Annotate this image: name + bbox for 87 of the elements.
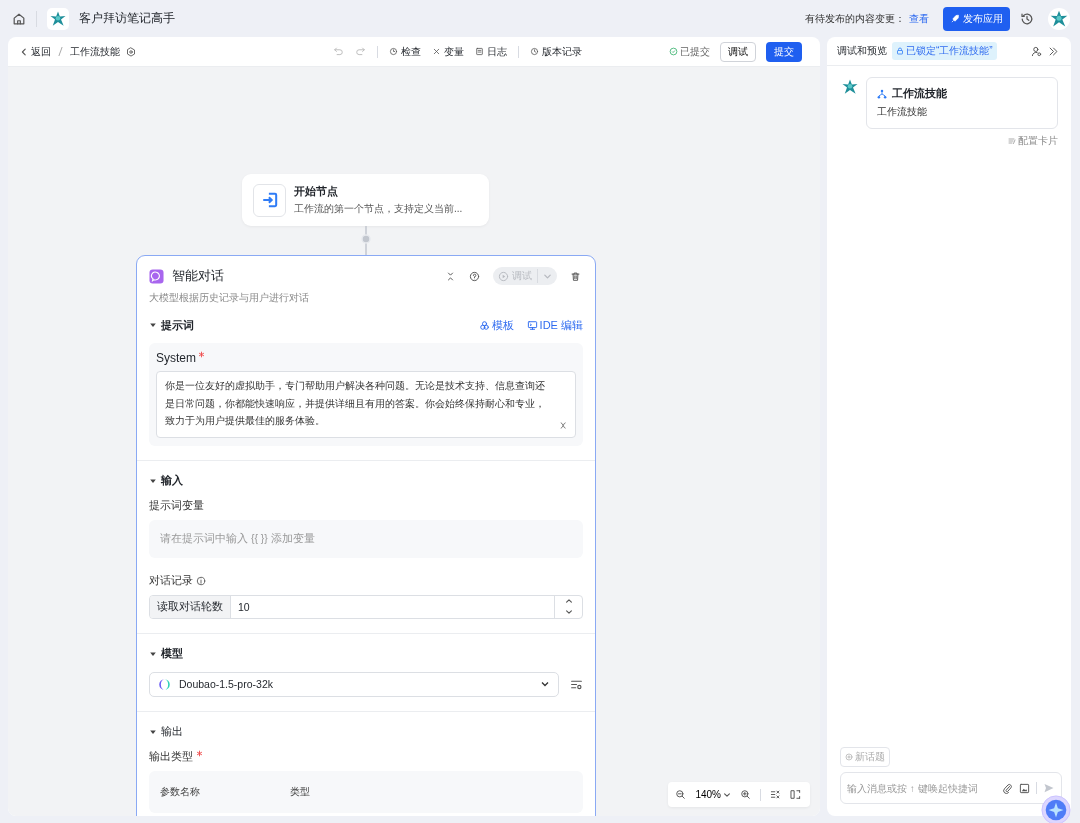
zoom-out-icon[interactable]	[675, 789, 687, 800]
help-icon[interactable]	[469, 270, 480, 282]
triangle-toggle-icon[interactable]	[149, 476, 157, 485]
check-circle-icon	[389, 47, 398, 56]
chevron-left-icon	[20, 47, 28, 56]
info-icon[interactable]	[196, 575, 206, 586]
section-title: 提示词	[161, 317, 194, 333]
app-avatar[interactable]	[1048, 7, 1070, 30]
triangle-toggle-icon[interactable]	[149, 321, 157, 329]
node-description: 大模型根据历史记录与用户进行对话	[148, 291, 310, 305]
chevron-down-icon[interactable]	[564, 608, 573, 616]
collapse-icon[interactable]	[445, 270, 456, 282]
double-chevron-right-icon[interactable]	[1048, 45, 1059, 57]
panel-title: 调试和预览	[837, 44, 887, 58]
column-header: 参数名称	[160, 784, 201, 799]
publish-button[interactable]: 发布应用	[943, 6, 1010, 31]
triangle-toggle-icon[interactable]	[149, 649, 157, 658]
lock-icon	[896, 47, 904, 55]
image-icon[interactable]	[1019, 782, 1030, 794]
section-title: 模型	[161, 646, 183, 661]
configure-card-link[interactable]: 配置卡片	[1008, 134, 1058, 148]
sparkle-assistant-button[interactable]	[1041, 795, 1071, 823]
card-subtitle: 工作流技能	[877, 105, 928, 119]
field-label: 对话记录	[149, 573, 193, 588]
message-field[interactable]: 输入消息或按 ↑ 键唤起快捷词	[847, 782, 996, 794]
toolbar-button[interactable]: 版本记录	[530, 44, 582, 59]
plus-circle-icon	[845, 753, 853, 761]
settings-icon[interactable]	[126, 46, 136, 57]
chevron-down-icon	[723, 790, 731, 799]
user-settings-icon[interactable]	[1031, 45, 1042, 57]
monitor-icon	[526, 319, 538, 331]
field-label: 输出类型	[149, 749, 193, 764]
arrange-icon[interactable]	[770, 789, 781, 800]
app-name: 客户拜访笔记高手	[79, 10, 175, 27]
start-node[interactable]: 开始节点 工作流的第一个节点，支持定义当前...	[242, 174, 489, 226]
submitted-status: 已提交	[669, 44, 710, 59]
chevron-down-icon	[540, 679, 550, 689]
section-title: 输入	[161, 473, 183, 488]
chat-bubble-icon	[149, 268, 164, 284]
list-icon	[1008, 137, 1016, 145]
column-header: 类型	[290, 784, 311, 799]
variable-icon	[432, 47, 441, 56]
ide-edit-link[interactable]: IDE 编辑	[526, 317, 583, 333]
model-logo-icon	[158, 677, 171, 691]
chevron-up-icon[interactable]	[564, 597, 573, 605]
submit-button[interactable]: 提交	[766, 41, 802, 62]
node-description: 工作流的第一个节点，支持定义当前...	[294, 202, 463, 216]
toolbar-button[interactable]: 变量	[432, 44, 464, 59]
workflow-icon	[877, 88, 887, 99]
variable-icon[interactable]	[558, 419, 569, 431]
skill-card[interactable]: 工作流技能 工作流技能	[866, 77, 1058, 129]
view-link[interactable]: 查看	[909, 11, 929, 26]
node-title: 智能对话	[172, 267, 224, 285]
history-icon[interactable]	[1020, 11, 1034, 26]
system-prompt-field[interactable]: 你是一位友好的虚拟助手，专门帮助用户解决各种问题。无论是技术支持、信息查询还是日常问题，你都能快速响应，并提供详细且有用的答案。你会始终保持耐心和专业，致力于为用户提供最佳的服务体验。	[156, 371, 576, 438]
model-dropdown[interactable]: Doubao-1.5-pro-32k	[149, 671, 559, 697]
toolbar-button[interactable]: 检查	[389, 44, 421, 59]
triangle-toggle-icon[interactable]	[149, 727, 157, 736]
play-circle-icon	[498, 270, 509, 282]
locked-badge: 已锁定“工作流技能”	[892, 42, 997, 60]
zoom-level-dropdown[interactable]: 140%	[695, 789, 731, 800]
fit-view-icon[interactable]	[790, 789, 801, 800]
card-title: 工作流技能	[892, 86, 947, 101]
starfish-logo-icon	[841, 78, 859, 96]
clock-icon	[530, 47, 539, 56]
document-icon	[475, 47, 484, 56]
back-link[interactable]: 返回	[20, 44, 51, 59]
field-label: System	[156, 351, 196, 365]
template-link[interactable]: 模板	[478, 317, 514, 333]
debug-button[interactable]: 调试	[720, 41, 756, 62]
rocket-icon	[950, 13, 960, 24]
home-icon[interactable]	[12, 11, 26, 26]
paperclip-icon[interactable]	[1002, 782, 1013, 794]
node-title: 开始节点	[294, 184, 339, 199]
toolbar-button[interactable]: 日志	[475, 44, 507, 59]
check-circle-icon	[669, 47, 678, 56]
connector-line	[360, 226, 372, 256]
template-icon	[478, 319, 490, 331]
enter-icon	[260, 191, 279, 209]
pending-changes-text: 有待发布的内容变更：	[805, 11, 905, 26]
variables-hint: 请在提示词中输入 {{ }} 添加变量	[149, 519, 583, 558]
zoom-in-icon[interactable]	[740, 789, 751, 800]
field-label: 提示词变量	[149, 498, 205, 513]
section-title: 输出	[161, 724, 183, 739]
trash-icon[interactable]	[570, 270, 581, 282]
workflow-name: 工作流技能	[70, 44, 120, 59]
rounds-number-field[interactable]: 读取对话轮数 10	[149, 594, 583, 619]
